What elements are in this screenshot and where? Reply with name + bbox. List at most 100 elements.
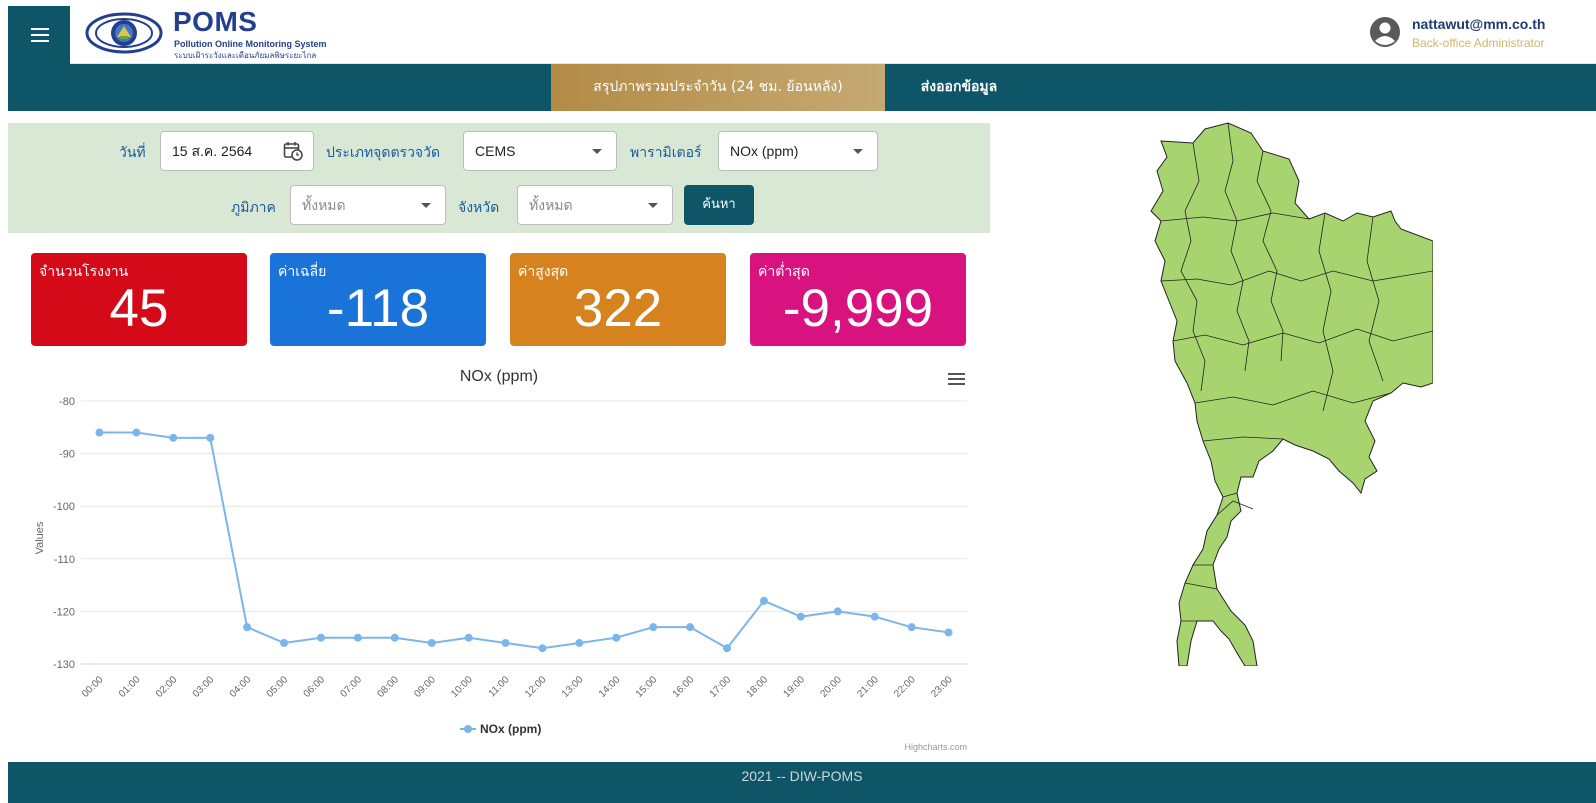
x-tick-label: 15:00	[634, 674, 660, 700]
data-point[interactable]	[243, 623, 252, 632]
top-header: POMS Pollution Online Monitoring System …	[8, 6, 1596, 64]
data-point[interactable]	[280, 638, 289, 647]
x-tick-label: 07:00	[339, 674, 365, 700]
data-point[interactable]	[907, 623, 916, 632]
x-tick-label: 13:00	[560, 674, 586, 700]
y-tick-label: -110	[54, 554, 75, 566]
user-avatar-icon[interactable]	[1370, 17, 1400, 47]
search-button[interactable]: ค้นหา	[684, 185, 754, 225]
stat-card-factory-count: จำนวนโรงงาน 45	[31, 253, 247, 346]
stat-value: -118	[326, 279, 430, 338]
data-point[interactable]	[464, 633, 473, 642]
stat-value: -9,999	[782, 279, 934, 338]
x-tick-label: 18:00	[745, 674, 771, 700]
x-tick-label: 23:00	[929, 674, 955, 700]
region-value: ทั้งหมด	[302, 197, 346, 213]
chart-svg: NOx (ppm) Values -80-90-100-110-120-130 …	[34, 368, 967, 752]
x-tick-label: 21:00	[855, 674, 881, 700]
legend-label: NOx (ppm)	[480, 722, 541, 736]
region-label: ภูมิภาค	[231, 200, 276, 216]
main-nav: สรุปภาพรวมประจำวัน (24 ชม. ย้อนหลัง) ส่ง…	[8, 64, 1596, 111]
chevron-down-icon	[648, 203, 658, 208]
data-point[interactable]	[427, 638, 436, 647]
hamburger-menu-button[interactable]	[8, 6, 70, 64]
x-tick-label: 19:00	[782, 674, 808, 700]
legend-marker	[464, 725, 472, 733]
x-tick-label: 14:00	[597, 674, 623, 700]
x-tick-label: 05:00	[265, 674, 291, 700]
brand-subtitle-english: Pollution Online Monitoring System	[174, 39, 327, 49]
data-point[interactable]	[833, 607, 842, 616]
date-picker[interactable]: 15 ส.ค. 2564	[160, 131, 314, 171]
data-point[interactable]	[206, 433, 215, 442]
data-point[interactable]	[316, 633, 325, 642]
poms-eye-logo	[85, 12, 163, 54]
chart-title: NOx (ppm)	[460, 368, 538, 385]
app-frame: POMS Pollution Online Monitoring System …	[8, 6, 1596, 803]
chart-gridlines	[81, 400, 967, 665]
x-tick-label: 06:00	[302, 674, 328, 700]
data-point[interactable]	[870, 612, 879, 621]
y-tick-label: -100	[53, 501, 75, 513]
data-point[interactable]	[575, 638, 584, 647]
x-tick-label: 16:00	[671, 674, 697, 700]
x-tick-label: 22:00	[892, 674, 918, 700]
chart-context-menu-icon[interactable]	[948, 373, 966, 387]
date-value: 15 ส.ค. 2564	[172, 143, 253, 159]
x-axis-ticks: 00:00 01:00 02:00 03:00 04:00 05:00 06:00 07:00…	[80, 674, 955, 700]
stat-card-max: ค่าสูงสุด 322	[510, 253, 726, 346]
x-tick-label: 09:00	[412, 674, 438, 700]
tab-daily-summary[interactable]: สรุปภาพรวมประจำวัน (24 ชม. ย้อนหลัง)	[551, 64, 885, 111]
data-point[interactable]	[390, 633, 399, 642]
chart-series	[95, 428, 953, 653]
thailand-province-map[interactable]	[1133, 121, 1433, 666]
station-type-value: CEMS	[475, 143, 516, 159]
y-tick-label: -80	[59, 396, 75, 408]
data-point[interactable]	[796, 612, 805, 621]
province-select[interactable]: ทั้งหมด	[517, 185, 673, 225]
data-point[interactable]	[944, 628, 953, 637]
data-point[interactable]	[132, 428, 141, 437]
data-point[interactable]	[95, 428, 104, 437]
data-point[interactable]	[759, 596, 768, 605]
user-email[interactable]: nattawut@mm.co.th	[1412, 16, 1545, 32]
stat-value: 322	[573, 279, 663, 338]
station-type-select[interactable]: CEMS	[463, 131, 617, 171]
calendar-clock-icon[interactable]	[283, 141, 303, 161]
data-point[interactable]	[353, 633, 362, 642]
x-tick-label: 03:00	[191, 674, 217, 700]
parameter-label: พารามิเตอร์	[630, 145, 702, 161]
chevron-down-icon	[592, 149, 602, 154]
tab-export-data[interactable]: ส่งออกข้อมูล	[904, 64, 1014, 111]
data-point[interactable]	[538, 644, 547, 653]
province-value: ทั้งหมด	[529, 197, 573, 213]
parameter-select[interactable]: NOx (ppm)	[718, 131, 878, 171]
data-point[interactable]	[723, 644, 732, 653]
stat-value: 45	[109, 279, 169, 338]
date-label: วันที่	[119, 145, 146, 161]
x-tick-label: 10:00	[449, 674, 475, 700]
x-tick-label: 08:00	[375, 674, 401, 700]
x-tick-label: 20:00	[818, 674, 844, 700]
stat-card-average: ค่าเฉลี่ย -118	[270, 253, 486, 346]
region-select[interactable]: ทั้งหมด	[290, 185, 446, 225]
highcharts-credit[interactable]: Highcharts.com	[904, 742, 967, 752]
data-point[interactable]	[169, 433, 178, 442]
data-point[interactable]	[686, 623, 695, 632]
chart-legend[interactable]: NOx (ppm)	[460, 722, 541, 736]
y-tick-label: -90	[59, 449, 75, 461]
y-axis-ticks: -80 -90 -100 -110 -120 -130	[53, 396, 75, 671]
chevron-down-icon	[421, 203, 431, 208]
y-tick-label: -130	[53, 659, 75, 671]
y-tick-label: -120	[53, 606, 75, 618]
hamburger-icon	[31, 28, 49, 42]
data-point[interactable]	[649, 623, 658, 632]
x-tick-label: 00:00	[80, 674, 106, 700]
filter-panel: วันที่ 15 ส.ค. 2564 ประเภทจุดตรวจวัด CEM…	[8, 123, 990, 233]
data-point[interactable]	[612, 633, 621, 642]
data-point[interactable]	[501, 638, 510, 647]
chevron-down-icon	[853, 149, 863, 154]
x-tick-label: 02:00	[154, 674, 180, 700]
nox-line-chart: NOx (ppm) Values -80 -90 -100 -110 -120 -130 …	[8, 358, 990, 756]
x-tick-label: 04:00	[228, 674, 254, 700]
